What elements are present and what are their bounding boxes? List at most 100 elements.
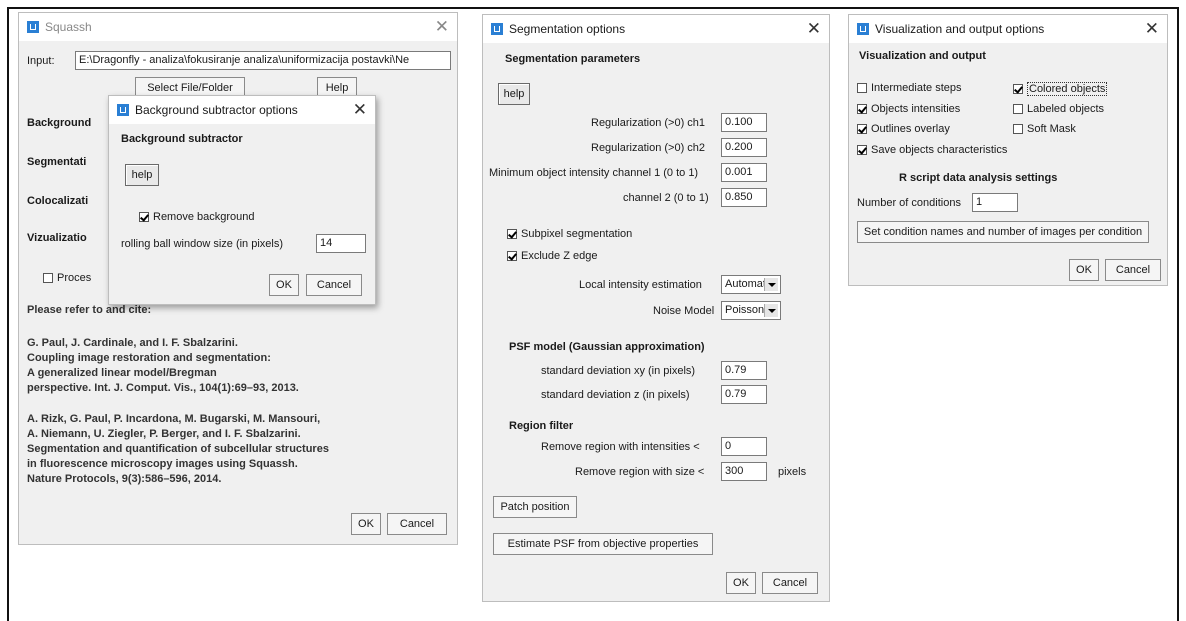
process-checkbox[interactable]: Proces bbox=[43, 272, 91, 284]
intermediate-steps-label: Intermediate steps bbox=[871, 82, 962, 94]
r-script-heading: R script data analysis settings bbox=[899, 172, 1058, 184]
local-intensity-label: Local intensity estimation bbox=[579, 279, 702, 291]
ok-button[interactable]: OK bbox=[351, 513, 381, 535]
min-intensity-ch2-input[interactable]: 0.850 bbox=[721, 188, 767, 207]
checkbox-checked-icon bbox=[857, 104, 867, 114]
colored-objects-label: Colored objects bbox=[1027, 82, 1108, 96]
bg-help-button[interactable]: help bbox=[125, 164, 159, 186]
seg-cancel-button[interactable]: Cancel bbox=[762, 572, 818, 594]
process-label: Proces bbox=[57, 272, 92, 284]
rolling-ball-label: rolling ball window size (in pixels) bbox=[121, 238, 284, 250]
reg1-input[interactable]: 0.100 bbox=[721, 113, 767, 132]
checkbox-icon bbox=[857, 83, 867, 93]
visualization-options-window: Visualization and output options ✕ Visua… bbox=[848, 14, 1168, 286]
region-filter-heading: Region filter bbox=[509, 420, 574, 432]
exclude-z-label: Exclude Z edge bbox=[521, 250, 598, 262]
rolling-ball-input[interactable]: 14 bbox=[316, 234, 366, 253]
segmentation-options-window: Segmentation options ✕ Segmentation para… bbox=[482, 14, 830, 602]
outlines-overlay-checkbox[interactable]: Outlines overlay bbox=[857, 123, 950, 135]
psf-heading: PSF model (Gaussian approximation) bbox=[509, 341, 705, 353]
seg-titlebar: Segmentation options ✕ bbox=[483, 15, 829, 43]
vis-ok-button[interactable]: OK bbox=[1069, 259, 1099, 281]
input-path-field[interactable]: E:\Dragonfly - analiza\fokusiranje anali… bbox=[75, 51, 451, 70]
checkbox-checked-icon bbox=[857, 145, 867, 155]
bg-dialog-title: Background subtractor options bbox=[135, 103, 298, 117]
close-icon[interactable]: ✕ bbox=[353, 100, 367, 120]
close-icon[interactable]: ✕ bbox=[1145, 19, 1159, 39]
checkbox-icon bbox=[1013, 124, 1023, 134]
objects-intensities-label: Objects intensities bbox=[871, 103, 961, 115]
seg-help-button[interactable]: help bbox=[498, 83, 530, 105]
outlines-overlay-label: Outlines overlay bbox=[871, 123, 950, 135]
seg-ok-button[interactable]: OK bbox=[726, 572, 756, 594]
section-background: Background bbox=[27, 117, 92, 129]
estimate-psf-button[interactable]: Estimate PSF from objective properties bbox=[493, 533, 713, 555]
checkbox-checked-icon bbox=[1013, 84, 1023, 94]
imagej-icon bbox=[491, 23, 503, 35]
imagej-icon bbox=[27, 21, 39, 33]
vis-cancel-button[interactable]: Cancel bbox=[1105, 259, 1161, 281]
remove-size-label: Remove region with size < bbox=[575, 466, 705, 478]
citation-rizk-2014: A. Rizk, G. Paul, P. Incardona, M. Bugar… bbox=[27, 413, 329, 485]
set-conditions-button[interactable]: Set condition names and number of images… bbox=[857, 221, 1149, 243]
sdxy-input[interactable]: 0.79 bbox=[721, 361, 767, 380]
subpixel-label: Subpixel segmentation bbox=[521, 228, 633, 240]
noise-model-select[interactable]: Poisson bbox=[721, 301, 781, 320]
colored-objects-checkbox[interactable]: Colored objects bbox=[1013, 82, 1108, 96]
objects-intensities-checkbox[interactable]: Objects intensities bbox=[857, 103, 960, 115]
vis-title: Visualization and output options bbox=[875, 22, 1045, 36]
save-characteristics-checkbox[interactable]: Save objects characteristics bbox=[857, 144, 1007, 156]
exclude-z-checkbox[interactable]: Exclude Z edge bbox=[507, 250, 597, 262]
remove-intensity-input[interactable]: 0 bbox=[721, 437, 767, 456]
vis-heading: Visualization and output bbox=[859, 50, 986, 62]
section-colocalization: Colocalizati bbox=[27, 195, 89, 207]
remove-size-input[interactable]: 300 bbox=[721, 462, 767, 481]
bg-heading: Background subtractor bbox=[121, 133, 243, 145]
citation-paul-2013: G. Paul, J. Cardinale, and I. F. Sbalzar… bbox=[27, 337, 299, 394]
sdxy-label: standard deviation xy (in pixels) bbox=[541, 365, 696, 377]
close-icon[interactable]: ✕ bbox=[435, 17, 449, 37]
checkbox-icon bbox=[1013, 104, 1023, 114]
min-intensity-ch1-label: Minimum object intensity channel 1 (0 to… bbox=[489, 167, 699, 179]
sdz-label: standard deviation z (in pixels) bbox=[541, 389, 690, 401]
refer-text: Please refer to and cite: bbox=[27, 304, 152, 316]
num-conditions-input[interactable]: 1 bbox=[972, 193, 1018, 212]
patch-position-button[interactable]: Patch position bbox=[493, 496, 577, 518]
window-title: Squassh bbox=[45, 20, 92, 34]
seg-heading: Segmentation parameters bbox=[505, 53, 641, 65]
bg-dialog-titlebar: Background subtractor options ✕ bbox=[109, 96, 375, 124]
intermediate-steps-checkbox[interactable]: Intermediate steps bbox=[857, 82, 962, 94]
dropdown-arrow-icon bbox=[764, 278, 778, 291]
checkbox-checked-icon bbox=[507, 251, 517, 261]
noise-model-label: Noise Model bbox=[653, 305, 715, 317]
min-intensity-ch2-label: channel 2 (0 to 1) bbox=[623, 192, 709, 204]
dropdown-arrow-icon bbox=[764, 304, 778, 317]
reg2-input[interactable]: 0.200 bbox=[721, 138, 767, 157]
close-icon[interactable]: ✕ bbox=[807, 19, 821, 39]
subpixel-checkbox[interactable]: Subpixel segmentation bbox=[507, 228, 632, 240]
seg-title: Segmentation options bbox=[509, 22, 626, 36]
checkbox-checked-icon bbox=[507, 229, 517, 239]
labeled-objects-checkbox[interactable]: Labeled objects bbox=[1013, 103, 1104, 115]
squassh-titlebar: Squassh ✕ bbox=[19, 13, 457, 41]
checkbox-checked-icon bbox=[139, 212, 149, 222]
soft-mask-checkbox[interactable]: Soft Mask bbox=[1013, 123, 1076, 135]
imagej-icon bbox=[857, 23, 869, 35]
sdz-input[interactable]: 0.79 bbox=[721, 385, 767, 404]
pixels-unit: pixels bbox=[778, 466, 807, 478]
imagej-icon bbox=[117, 104, 129, 116]
section-visualization: Vizualizatio bbox=[27, 232, 87, 244]
checkbox-checked-icon bbox=[857, 124, 867, 134]
checkbox-icon bbox=[43, 273, 53, 283]
local-intensity-select[interactable]: Automatic bbox=[721, 275, 781, 294]
section-segmentation: Segmentati bbox=[27, 156, 87, 168]
cancel-button[interactable]: Cancel bbox=[387, 513, 447, 535]
num-conditions-label: Number of conditions bbox=[857, 197, 961, 209]
bg-cancel-button[interactable]: Cancel bbox=[306, 274, 362, 296]
remove-background-checkbox[interactable]: Remove background bbox=[139, 211, 255, 223]
min-intensity-ch1-input[interactable]: 0.001 bbox=[721, 163, 767, 182]
remove-background-label: Remove background bbox=[153, 211, 255, 223]
bg-ok-button[interactable]: OK bbox=[269, 274, 299, 296]
vis-titlebar: Visualization and output options ✕ bbox=[849, 15, 1167, 43]
input-label: Input: bbox=[27, 55, 55, 67]
